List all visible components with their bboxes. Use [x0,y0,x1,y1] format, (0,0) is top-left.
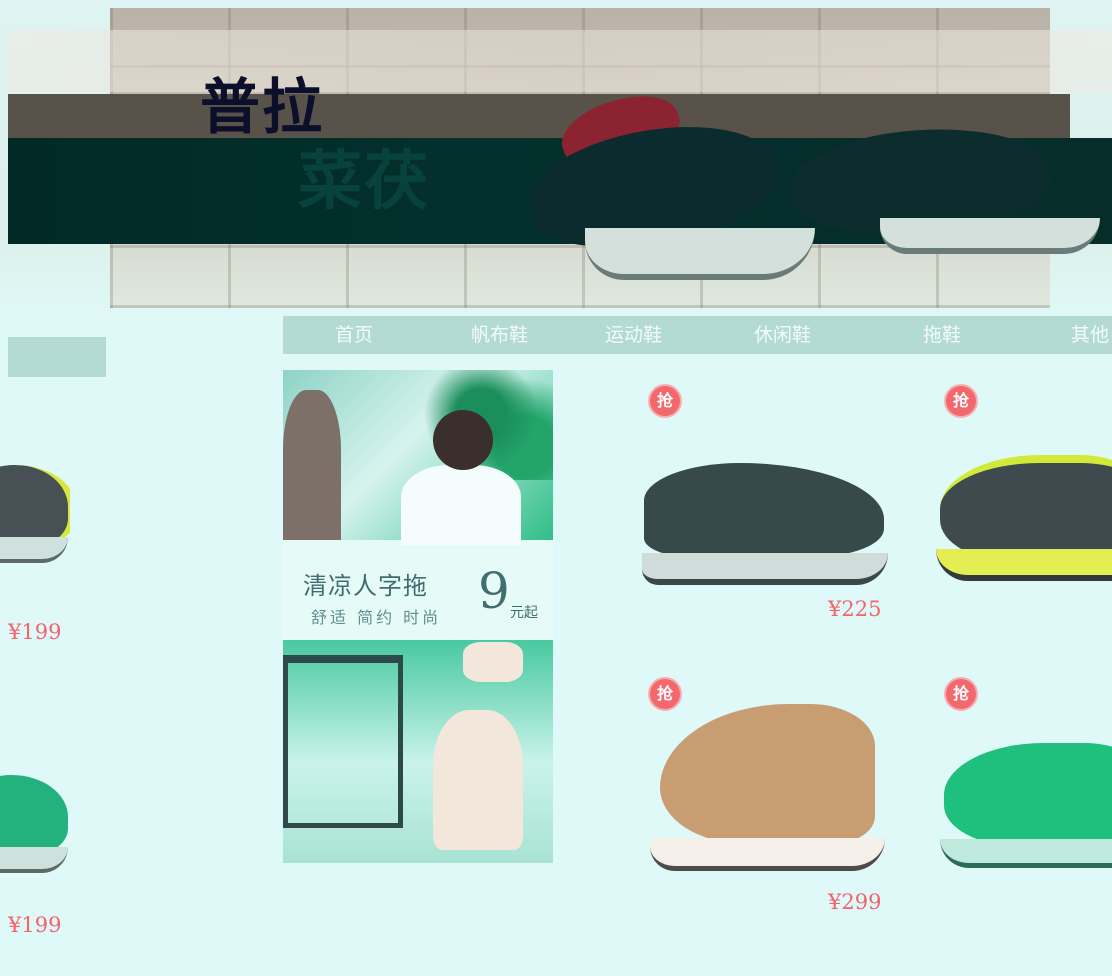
promo-man-shirt [401,465,521,545]
shoe-sole [650,838,885,871]
nav-item-home[interactable]: 首页 [335,316,373,354]
shoe-upper [940,455,1112,563]
grab-badge-icon: 抢 [648,384,682,418]
hero-banner[interactable]: 普拉 菜茯 [0,0,1112,320]
shoe-upper [660,704,875,844]
grab-badge-icon: 抢 [944,677,978,711]
left-shoe-sole [0,537,68,563]
nav-item-slippers[interactable]: 拖鞋 [923,316,961,354]
shoe-sole [642,553,888,585]
flip-flop-promo-banner[interactable]: 清凉人字拖 舒适 简约 时尚 9 元起 [283,370,553,863]
product-image-green-sneaker[interactable] [940,735,1112,885]
left-product-price-2: ¥199 [8,913,62,937]
promo-title: 清凉人字拖 [303,572,428,600]
promo-subtitle: 舒适 简约 时尚 [311,608,442,627]
nav-item-canvas-shoes[interactable]: 帆布鞋 [471,316,528,354]
promo-price-number: 9 [478,562,510,620]
grab-badge-icon: 抢 [944,384,978,418]
banner-title-line-2: 菜茯 [298,145,430,219]
category-nav: 首页 帆布鞋 运动鞋 休闲鞋 拖鞋 其他 [283,316,1112,354]
shoe-sole [940,839,1112,868]
product-image-high-top-shoe[interactable] [650,700,885,875]
product-price: ¥225 [828,597,882,621]
promo-arm [463,642,523,682]
left-product-image-1[interactable] [0,455,70,575]
shoe-upper [644,463,884,557]
nav-item-casual-shoes[interactable]: 休闲鞋 [754,316,811,354]
left-shoe-upper [0,775,68,855]
banner-light-strip [8,30,1112,92]
left-shoe-sole [0,847,68,873]
promo-woman-figure [283,390,341,540]
nav-item-other[interactable]: 其他 [1071,316,1109,354]
promo-man-head [433,410,493,470]
shoe-sole [936,549,1112,581]
banner-shoe-left-sole [585,228,815,280]
banner-title-line-1: 普拉 [200,73,324,143]
shoe-upper [944,743,1112,847]
product-image-sneaker[interactable] [936,445,1112,585]
promo-legs [433,710,523,850]
nav-item-sports-shoes[interactable]: 运动鞋 [605,316,662,354]
promo-price-suffix: 元起 [510,605,538,621]
left-column-header-bar [8,337,106,377]
left-product-price-1: ¥199 [8,620,62,644]
promo-chair [283,655,403,828]
left-shoe-upper [0,465,70,545]
left-product-image-2[interactable] [0,765,70,885]
product-price: ¥299 [828,890,882,914]
banner-shoe-right-sole [880,218,1100,254]
product-image-casual-shoe[interactable] [642,455,892,585]
